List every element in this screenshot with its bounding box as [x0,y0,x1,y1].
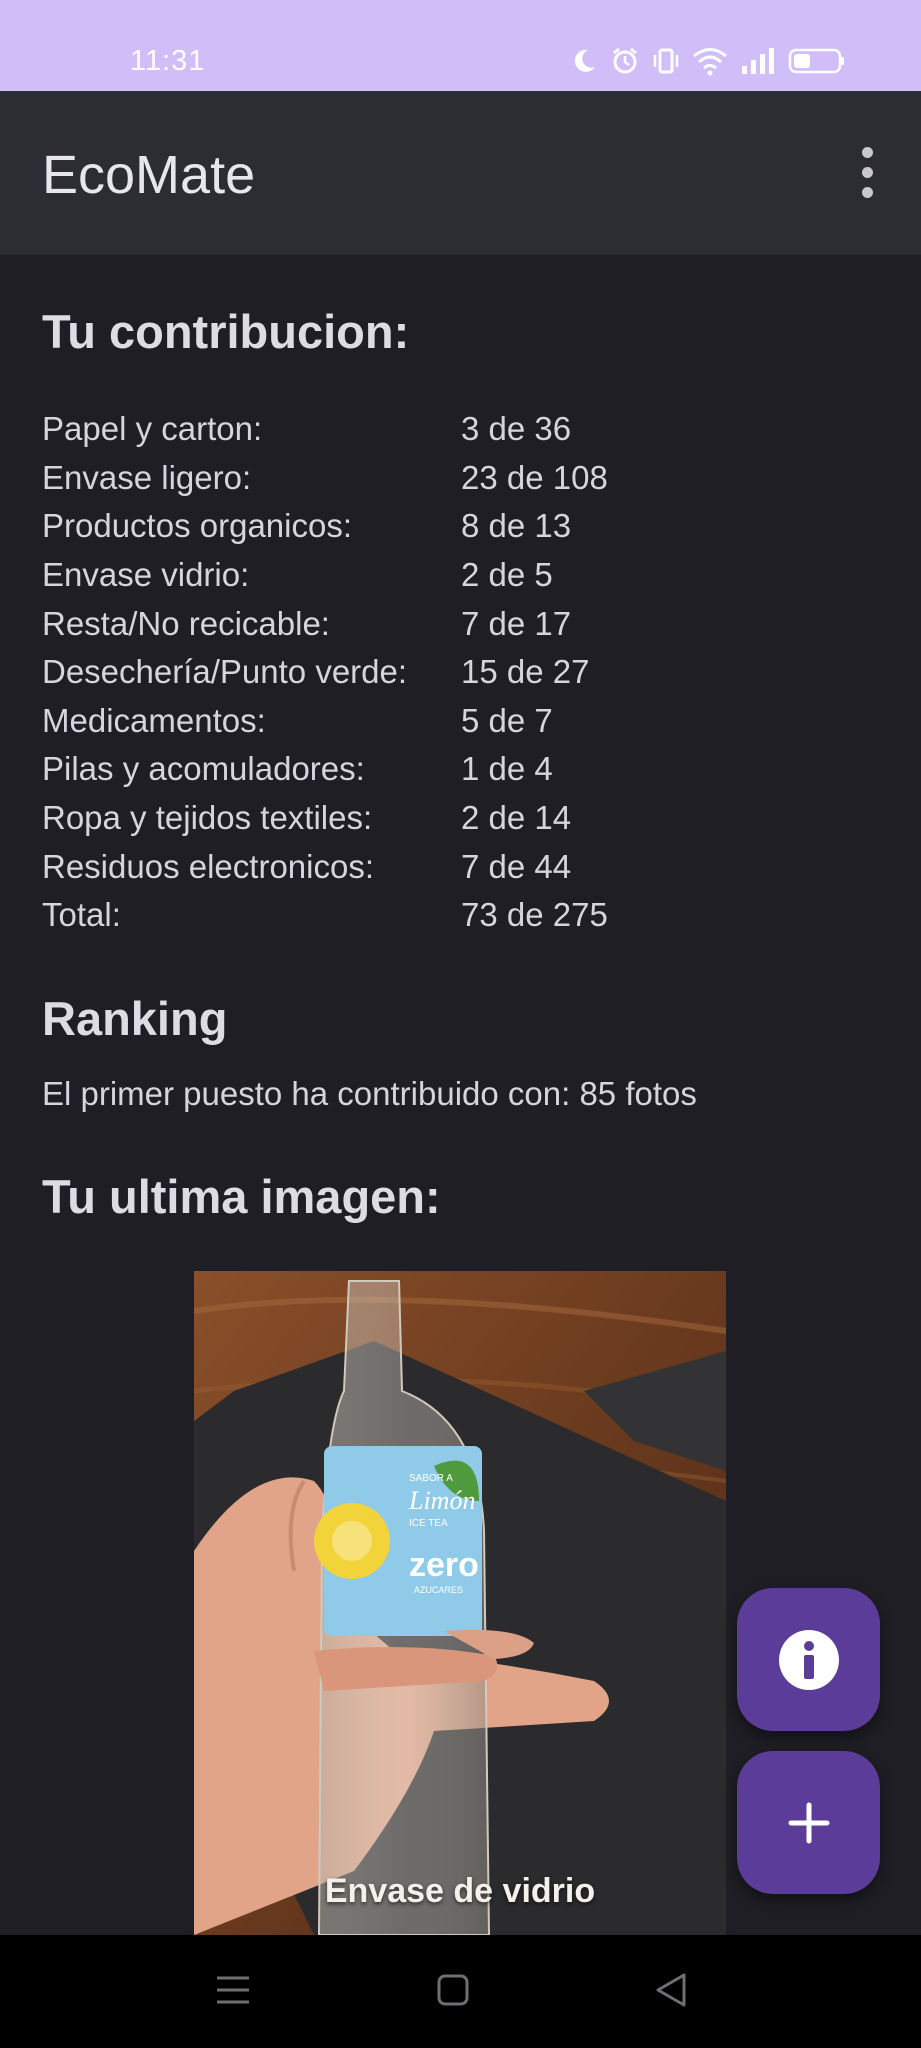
home-icon[interactable] [433,1970,473,2010]
status-icons [570,44,846,78]
label-text-4: zero [409,1546,479,1584]
stat-label: Envase vidrio: [42,556,250,594]
contribution-heading: Tu contribucion: [42,305,410,358]
contribution-list: Papel y carton: 3 de 36 Envase ligero: 2… [42,405,608,940]
status-time: 11:31 [130,45,206,77]
back-icon[interactable] [652,1970,692,2010]
stat-label: Residuos electronicos: [42,847,374,885]
stat-row-glass: Envase vidrio: 2 de 5 [42,551,608,600]
stat-row-total: Total: 73 de 275 [42,891,608,940]
stat-value: 2 de 5 [461,556,553,594]
stat-value: 7 de 17 [461,604,572,642]
stat-value: 5 de 7 [461,701,553,739]
stat-label: Pilas y acomuladores: [42,750,365,788]
more-vert-icon[interactable] [853,147,883,199]
stat-value: 15 de 27 [461,653,590,691]
ranking-text: El primer puesto ha contribuido con: 85 … [42,1075,697,1112]
last-image-photo[interactable]: SABOR A Limón ICE TEA zero AZUCARES Enva… [194,1271,726,1935]
recents-icon[interactable] [213,1970,253,2010]
stat-label: Envase ligero: [42,458,252,496]
stat-label: Papel y carton: [42,410,263,448]
stat-value: 73 de 275 [461,896,608,934]
signal-icon [742,48,774,74]
status-bar: 11:31 [0,0,921,91]
stat-row-green-point: Desechería/Punto verde: 15 de 27 [42,648,608,697]
info-icon [778,1629,839,1690]
label-text-1: SABOR A [409,1473,453,1484]
stat-row-batteries: Pilas y acomuladores: 1 de 4 [42,745,608,794]
stat-row-electronics: Residuos electronicos: 7 de 44 [42,842,608,891]
add-photo-button[interactable] [737,1751,880,1894]
alarm-icon [613,47,637,74]
moon-icon [574,49,595,72]
stat-label: Medicamentos: [42,701,266,739]
stat-row-light-packaging: Envase ligero: 23 de 108 [42,454,608,503]
stat-label: Total: [42,896,121,934]
photo-caption: Envase de vidrio [324,1872,596,1910]
stat-value: 7 de 44 [461,847,572,885]
stat-label: Ropa y tejidos textiles: [42,799,373,837]
stat-row-textiles: Ropa y tejidos textiles: 2 de 14 [42,794,608,843]
vibrate-icon [653,48,679,74]
plus-icon [788,1802,829,1843]
stat-value: 3 de 36 [461,410,572,448]
stat-row-medicines: Medicamentos: 5 de 7 [42,697,608,746]
app-title: EcoMate [42,145,256,205]
stat-label: Desechería/Punto verde: [42,653,408,691]
stat-value: 2 de 14 [461,799,572,837]
glass-bottle-photo: SABOR A Limón ICE TEA zero AZUCARES [194,1271,726,1935]
stat-row-paper: Papel y carton: 3 de 36 [42,405,608,454]
last-image-heading: Tu ultima imagen: [42,1170,441,1223]
stat-label: Resta/No recicable: [42,604,330,642]
stat-value: 23 de 108 [461,458,608,496]
label-text-5: AZUCARES [414,1585,463,1595]
battery-icon [788,48,844,74]
stat-label: Productos organicos: [42,507,353,545]
wifi-icon [693,48,727,76]
stat-row-organic: Productos organicos: 8 de 13 [42,502,608,551]
stat-value: 1 de 4 [461,750,553,788]
label-text-3: ICE TEA [409,1518,448,1529]
ranking-heading: Ranking [42,992,228,1045]
stat-value: 8 de 13 [461,507,572,545]
stat-row-non-recyclable: Resta/No recicable: 7 de 17 [42,599,608,648]
label-text-2: Limón [408,1486,475,1515]
info-button[interactable] [737,1588,880,1731]
